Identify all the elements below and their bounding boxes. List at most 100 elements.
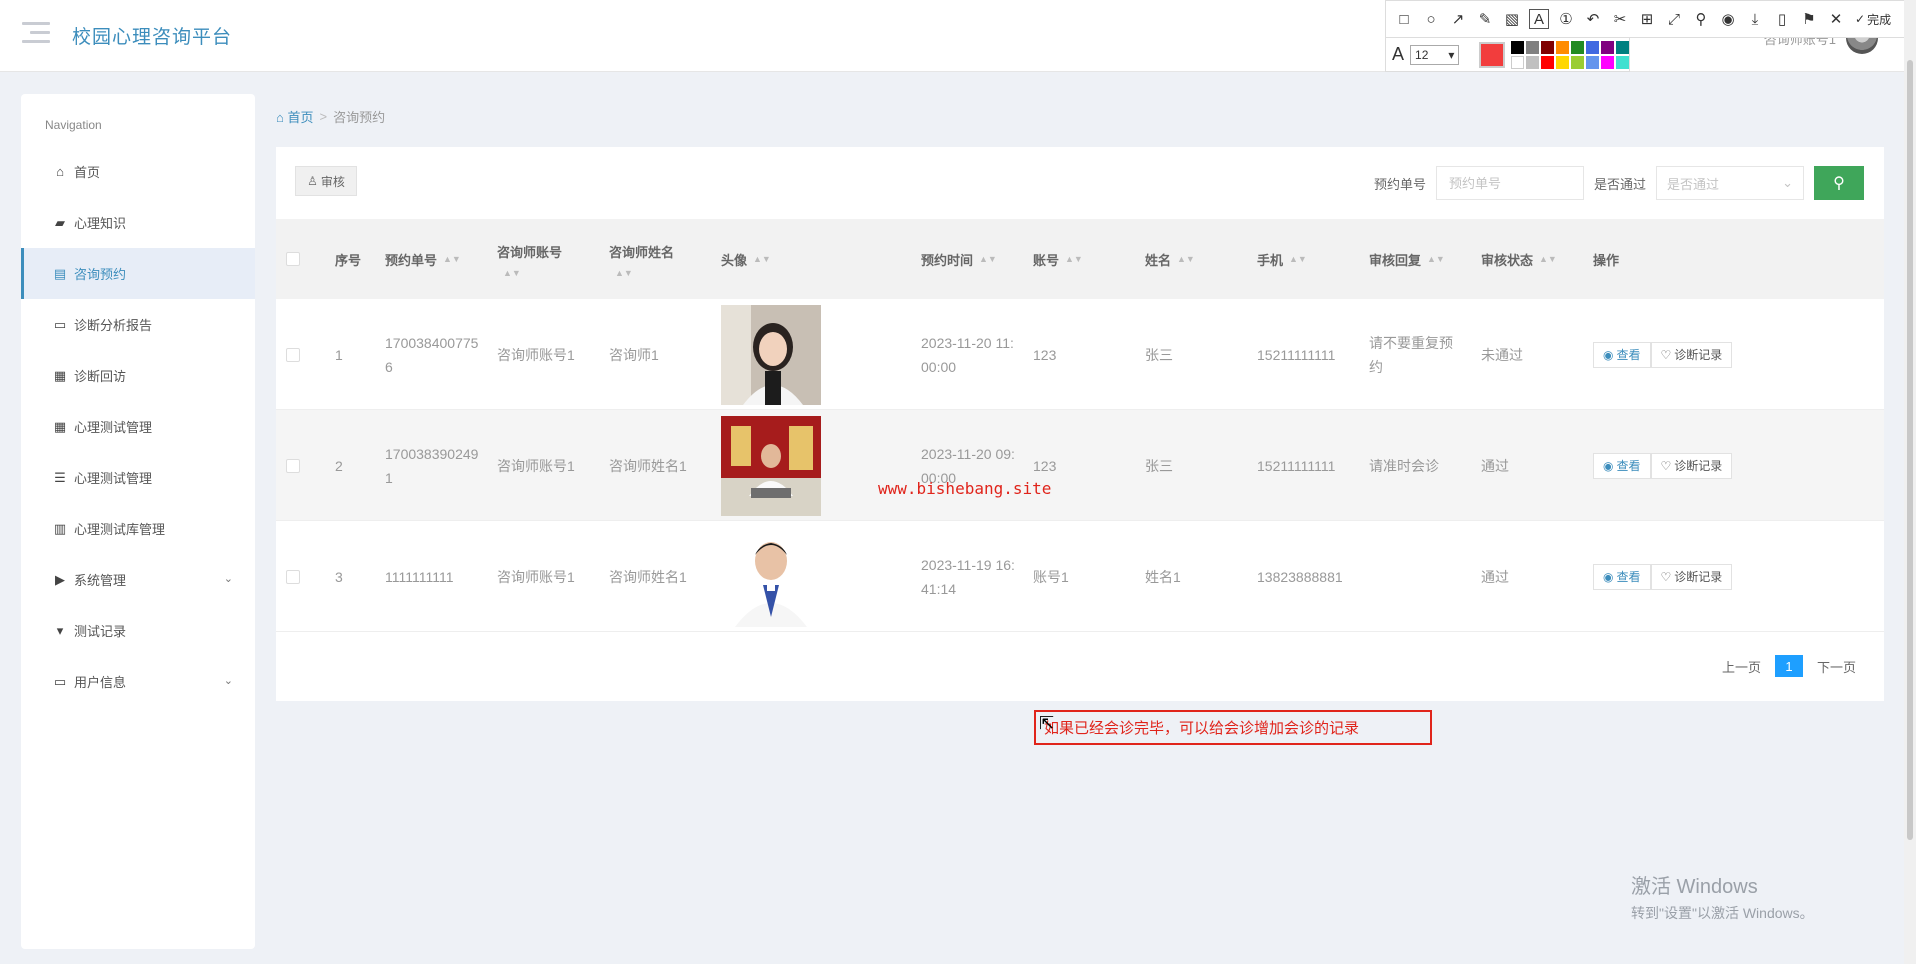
search-button[interactable]: ⚲ [1814, 166, 1864, 200]
palette-color-swatch[interactable] [1526, 55, 1539, 69]
sidebar-item-8[interactable]: ▶ 系统管理 ⌄ [21, 554, 255, 605]
table-row[interactable]: 1 1700384007756 咨询师账号1 咨询师1 2023-11-20 11:00… [276, 299, 1884, 410]
palette-color-swatch[interactable] [1541, 40, 1554, 54]
header-counselor-name[interactable]: 咨询师姓名 ▲▼ [609, 219, 674, 299]
palette-color-swatch[interactable] [1571, 55, 1584, 69]
record-icon[interactable]: ◉ [1718, 9, 1738, 29]
passed-label: 是否通过 [1593, 176, 1646, 192]
palette-color-swatch[interactable] [1586, 55, 1599, 69]
review-button[interactable]: ♙ 审核 [295, 166, 357, 196]
view-button[interactable]: ◉ 查看 [1593, 341, 1651, 368]
scrollbar-thumb[interactable] [1907, 60, 1913, 840]
diagnosis-record-button[interactable]: ♡ 诊断记录 [1650, 341, 1733, 368]
cell-index: 3 [335, 568, 343, 585]
close-icon[interactable]: ✕ [1826, 9, 1846, 29]
header-actions: 操作 [1593, 252, 1620, 268]
header-status[interactable]: 审核状态 ▲▼ [1481, 219, 1557, 299]
palette-color-swatch[interactable] [1571, 40, 1584, 54]
sidebar-item-4[interactable]: ▦ 诊断回访 [21, 350, 255, 401]
rectangle-tool-icon[interactable]: □ [1394, 9, 1414, 29]
header-order-no[interactable]: 预约单号 ▲▼ [385, 219, 461, 299]
cell-counselor-name: 咨询师1 [609, 346, 659, 363]
palette-color-swatch[interactable] [1601, 40, 1614, 54]
table-row[interactable]: 2 1700383902491 咨询师账号1 咨询师姓名1 2023-11-20 09:… [276, 410, 1884, 521]
order-no-input[interactable] [1435, 166, 1584, 200]
annotation-textbox[interactable]: 如果已经会诊完毕，可以给会诊增加会诊的记录 [1034, 710, 1432, 745]
pen-tool-icon[interactable]: ✎ [1475, 9, 1495, 29]
palette-color-swatch[interactable] [1541, 55, 1554, 69]
header-counselor-account[interactable]: 咨询师账号 ▲▼ [497, 219, 562, 299]
sidebar-item-7[interactable]: ▥ 心理测试库管理 [21, 503, 255, 554]
phone-icon[interactable]: ▯ [1772, 9, 1792, 29]
done-button[interactable]: ✓ 完成 [1855, 11, 1891, 28]
text-tool-icon[interactable]: A [1529, 9, 1549, 29]
sidebar-item-0[interactable]: ⌂ 首页 [21, 146, 255, 197]
sidebar-item-9[interactable]: ▾ 测试记录 [21, 605, 255, 656]
row-actions: ◉ 查看 ♡ 诊断记录 [1593, 299, 1733, 410]
breadcrumb: ⌂ 首页 > 咨询预约 [276, 107, 385, 126]
undo-icon[interactable]: ↶ [1583, 9, 1603, 29]
palette-color-swatch[interactable] [1586, 40, 1599, 54]
cell-counselor-account: 咨询师账号1 [497, 346, 575, 363]
row-checkbox[interactable] [286, 521, 300, 632]
current-color-swatch[interactable] [1479, 41, 1505, 68]
palette-color-swatch[interactable] [1556, 55, 1569, 69]
cell-counselor-account: 咨询师账号1 [497, 568, 575, 585]
page-1-button[interactable]: 1 [1774, 655, 1803, 677]
main-card: ♙审核 预约单号 是否通过 是否通过 ⌄ ⚲ 序号 预约单号▲▼ 咨询师账号▲▼… [276, 147, 1884, 701]
sidebar-item-1[interactable]: ▰ 心理知识 [21, 197, 255, 248]
scissors-icon[interactable]: ✂ [1610, 9, 1630, 29]
prev-page-button[interactable]: 上一页 [1722, 657, 1761, 676]
number-tool-icon[interactable]: ① [1556, 9, 1576, 29]
row-checkbox[interactable] [286, 410, 300, 521]
palette-color-swatch[interactable] [1511, 55, 1524, 69]
cell-counselor-name: 咨询师姓名1 [609, 457, 687, 474]
books-icon: ▥ [53, 520, 67, 536]
row-checkbox[interactable] [286, 299, 300, 410]
palette-color-swatch[interactable] [1526, 40, 1539, 54]
download-icon[interactable]: ⤓ [1745, 9, 1765, 29]
passed-select[interactable]: 是否通过 ⌄ [1656, 166, 1804, 200]
ocr-icon[interactable]: ⊞ [1637, 9, 1657, 29]
next-page-button[interactable]: 下一页 [1817, 657, 1856, 676]
color-palette[interactable] [1511, 40, 1629, 69]
cell-reply: 请准时会诊 [1369, 457, 1439, 474]
arrow-tool-icon[interactable]: ↗ [1448, 9, 1468, 29]
palette-color-swatch[interactable] [1616, 40, 1629, 54]
header-phone[interactable]: 手机 ▲▼ [1257, 219, 1307, 299]
page-scrollbar[interactable] [1904, 0, 1916, 964]
header-avatar[interactable]: 头像 ▲▼ [721, 219, 771, 299]
counselor-photo [721, 521, 821, 632]
diagnosis-record-button[interactable]: ♡ 诊断记录 [1650, 563, 1733, 590]
palette-color-swatch[interactable] [1511, 40, 1524, 54]
select-all-checkbox[interactable] [286, 219, 300, 299]
expand-icon[interactable]: ⤢ [1664, 9, 1684, 29]
font-size-select[interactable]: 12 ▾ [1410, 44, 1460, 65]
breadcrumb-home[interactable]: ⌂ 首页 [276, 107, 314, 126]
palette-color-swatch[interactable] [1556, 40, 1569, 54]
order-no-label: 预约单号 [1373, 176, 1426, 192]
bookmark-icon[interactable]: ⚑ [1799, 9, 1819, 29]
header-time[interactable]: 预约时间 ▲▼ [921, 219, 997, 299]
pin-tool-icon[interactable]: ⚲ [1691, 9, 1711, 29]
sidebar-item-2[interactable]: ▤ 咨询预约 [21, 248, 255, 299]
sidebar-item-3[interactable]: ▭ 诊断分析报告 [21, 299, 255, 350]
sidebar-item-5[interactable]: ▦ 心理测试管理 [21, 401, 255, 452]
palette-color-swatch[interactable] [1616, 55, 1629, 69]
mosaic-tool-icon[interactable]: ▧ [1502, 9, 1522, 29]
view-button[interactable]: ◉ 查看 [1593, 563, 1651, 590]
view-button[interactable]: ◉ 查看 [1593, 452, 1651, 479]
table-row[interactable]: 3 1111111111 咨询师账号1 咨询师姓名1 2023-11-19 16:41:… [276, 521, 1884, 632]
header-account[interactable]: 账号 ▲▼ [1033, 219, 1083, 299]
sidebar-item-6[interactable]: ☰ 心理测试管理 [21, 452, 255, 503]
menu-toggle-icon[interactable] [22, 22, 50, 48]
mouse-cursor-icon: ⇱ [1039, 713, 1055, 733]
ellipse-tool-icon[interactable]: ○ [1421, 9, 1441, 29]
palette-color-swatch[interactable] [1601, 55, 1614, 69]
sidebar-item-10[interactable]: ▭ 用户信息 ⌄ [21, 656, 255, 707]
header-name[interactable]: 姓名 ▲▼ [1145, 219, 1195, 299]
sort-icon: ▲▼ [1289, 254, 1307, 264]
cell-phone: 15211111111 [1257, 457, 1336, 474]
header-reply[interactable]: 审核回复 ▲▼ [1369, 219, 1445, 299]
diagnosis-record-button[interactable]: ♡ 诊断记录 [1650, 452, 1733, 479]
